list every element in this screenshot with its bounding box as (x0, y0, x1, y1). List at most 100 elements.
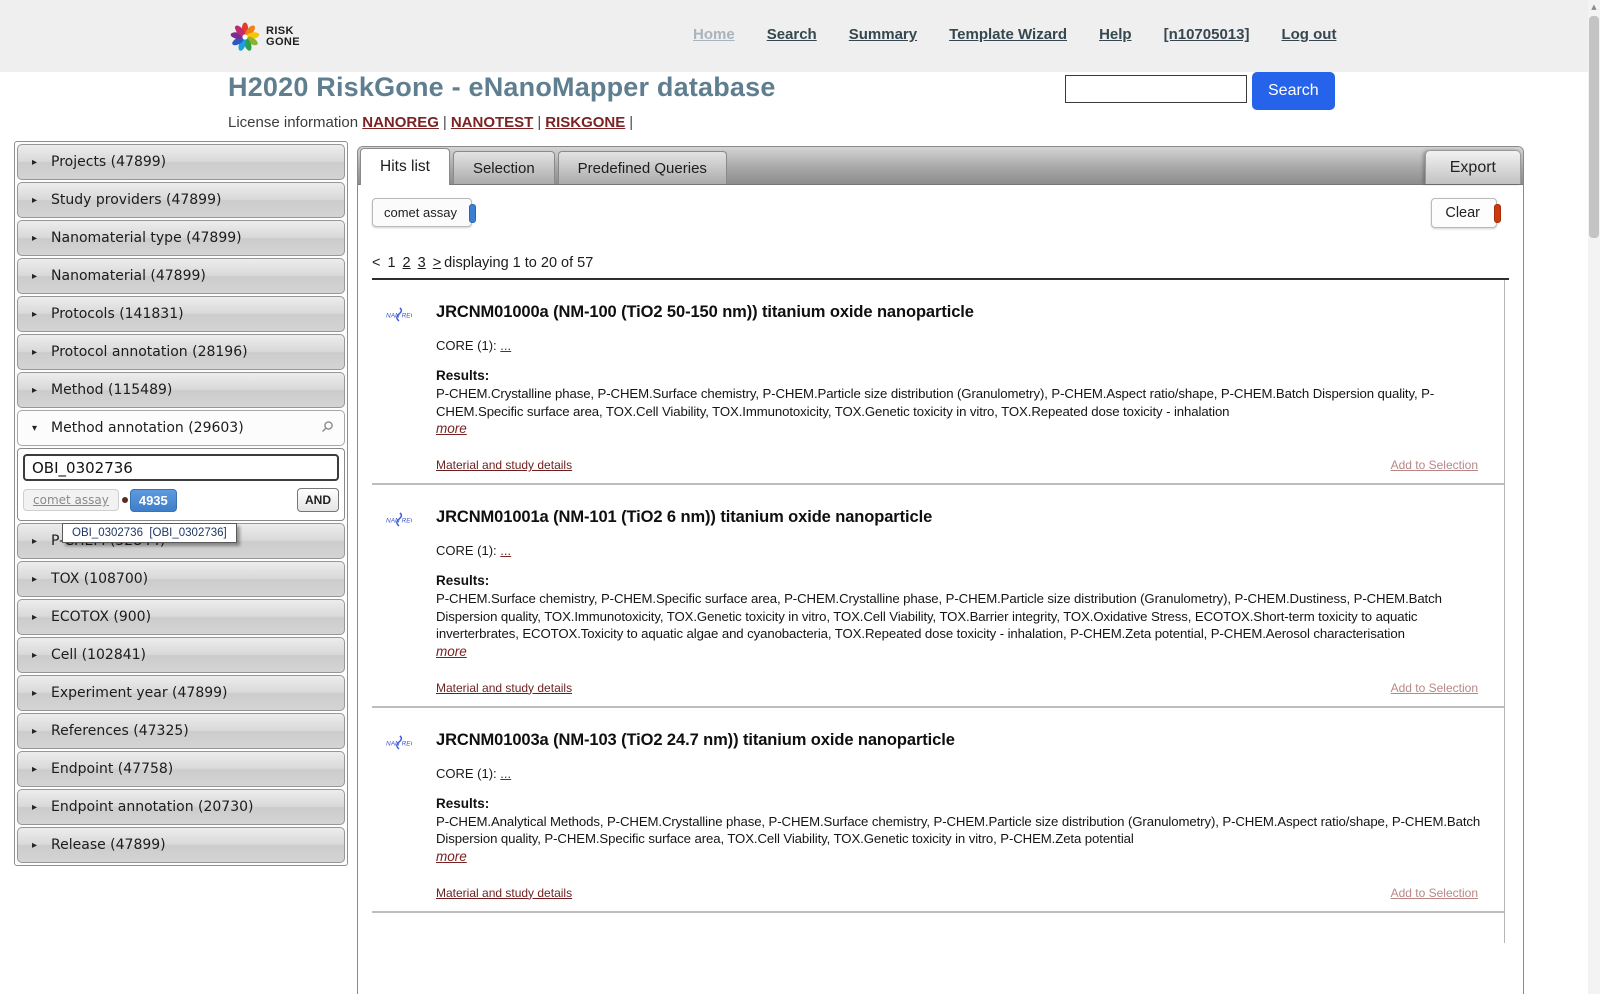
riskgone-logo: RISK GONE (228, 20, 300, 54)
export-button[interactable]: Export (1424, 150, 1521, 184)
results-panel: Hits list Selection Predefined Queries E… (357, 146, 1524, 994)
facet-label: Endpoint annotation (20730) (51, 799, 254, 815)
filter-flag-icon[interactable] (468, 204, 476, 223)
facet-references[interactable]: ▸ References (47325) (17, 713, 345, 749)
facet-projects[interactable]: ▸ Projects (47899) (17, 144, 345, 180)
material-details-link[interactable]: Material and study details (436, 681, 572, 695)
svg-text:REG: REG (402, 740, 412, 747)
clear-filters-button[interactable]: Clear (1431, 198, 1501, 228)
facet-label: Protocols (141831) (51, 306, 184, 322)
chevron-right-icon: ▸ (32, 194, 38, 206)
facet-method-annotation[interactable]: ▾ Method annotation (29603) (17, 410, 345, 446)
page-2-link[interactable]: 2 (403, 255, 411, 271)
global-search-input[interactable] (1065, 75, 1247, 103)
tab-predefined-queries[interactable]: Predefined Queries (557, 151, 727, 184)
page-next-link[interactable]: > (433, 255, 441, 271)
chevron-right-icon: ▸ (32, 725, 38, 737)
facet-endpoint[interactable]: ▸ Endpoint (47758) (17, 751, 345, 787)
filter-chip-label: comet assay (384, 205, 457, 220)
nav-logout[interactable]: Log out (1281, 26, 1336, 43)
facet-label: Nanomaterial type (47899) (51, 230, 242, 246)
autocomplete-suggestion[interactable]: OBI_0302736 [OBI_0302736] (62, 523, 237, 543)
core-line: CORE (1): ... (436, 766, 1504, 781)
facet-endpoint-annotation[interactable]: ▸ Endpoint annotation (20730) (17, 789, 345, 825)
material-details-link[interactable]: Material and study details (436, 458, 572, 472)
pagination: < 1 2 3 > displaying 1 to 20 of 57 (372, 255, 1509, 271)
license-link-nanoreg[interactable]: NANOREG (362, 114, 439, 131)
chevron-down-icon: ▾ (32, 422, 38, 434)
result-title: JRCNM01003a (NM-103 (TiO2 24.7 nm)) tita… (436, 730, 955, 749)
facet-experiment-year[interactable]: ▸ Experiment year (47899) (17, 675, 345, 711)
nav-summary[interactable]: Summary (849, 26, 917, 43)
card-links-row: Material and study details Add to Select… (436, 886, 1504, 900)
facet-label: Cell (102841) (51, 647, 147, 663)
chevron-right-icon: ▸ (32, 270, 38, 282)
facet-label: ECOTOX (900) (51, 609, 152, 625)
core-ellipsis-link[interactable]: ... (500, 543, 511, 558)
facet-method[interactable]: ▸ Method (115489) (17, 372, 345, 408)
license-label: License information (228, 114, 359, 131)
result-card: NAN REG JRCNM01003a (NM-103 (TiO2 24.7 n… (372, 708, 1504, 913)
separator: | (629, 114, 634, 131)
material-details-link[interactable]: Material and study details (436, 886, 572, 900)
svg-text:REG: REG (402, 312, 412, 319)
add-to-selection-link[interactable]: Add to Selection (1391, 886, 1478, 900)
facet-release[interactable]: ▸ Release (47899) (17, 827, 345, 863)
license-link-riskgone[interactable]: RISKGONE (545, 114, 625, 131)
method-annotation-search-input[interactable] (23, 454, 339, 481)
facet-protocol-annotation[interactable]: ▸ Protocol annotation (28196) (17, 334, 345, 370)
global-search-button[interactable]: Search (1252, 72, 1335, 110)
results-text: P-CHEM.Analytical Methods, P-CHEM.Crysta… (436, 813, 1481, 847)
core-ellipsis-link[interactable]: ... (500, 766, 511, 781)
facet-tox[interactable]: ▸ TOX (108700) (17, 561, 345, 597)
nav-template-wizard[interactable]: Template Wizard (949, 26, 1067, 43)
tab-selection[interactable]: Selection (452, 151, 555, 184)
nanoreg-logo-icon: NAN REG (386, 728, 436, 900)
more-link[interactable]: more (436, 849, 467, 864)
facet-label: Method (115489) (51, 382, 173, 398)
facet-cell[interactable]: ▸ Cell (102841) (17, 637, 345, 673)
facet-tag-link[interactable]: comet assay (33, 493, 109, 507)
nav-home[interactable]: Home (693, 26, 735, 43)
facet-tag-comet-assay: comet assay (23, 489, 119, 511)
results-label: Results: (436, 368, 490, 383)
and-operator-button[interactable]: AND (297, 488, 339, 512)
result-title: JRCNM01001a (NM-101 (TiO2 6 nm)) titaniu… (436, 508, 933, 526)
nav-search[interactable]: Search (767, 26, 817, 43)
facet-label: Protocol annotation (28196) (51, 344, 248, 360)
chevron-right-icon: ▸ (32, 232, 38, 244)
chevron-right-icon: ▸ (32, 308, 38, 320)
nav-user-id[interactable]: [n10705013] (1164, 26, 1250, 43)
add-to-selection-link[interactable]: Add to Selection (1391, 681, 1478, 695)
scrollbar-thumb[interactable] (1589, 16, 1599, 238)
more-link[interactable]: more (436, 644, 467, 659)
facet-label: Endpoint (47758) (51, 761, 174, 777)
magnifier-icon[interactable] (321, 420, 334, 437)
core-label: CORE (1): (436, 543, 501, 558)
method-annotation-panel: comet assay 4935 AND OBI_0302736 [OBI_03… (17, 448, 345, 543)
more-link[interactable]: more (436, 421, 467, 436)
add-to-selection-link[interactable]: Add to Selection (1391, 458, 1478, 472)
result-card: NAN REG JRCNM01001a (NM-101 (TiO2 6 nm))… (372, 485, 1504, 708)
tag-remove-handle-icon[interactable] (121, 497, 128, 503)
facet-label: Study providers (47899) (51, 192, 222, 208)
filter-chip-comet-assay[interactable]: comet assay (372, 198, 476, 227)
facet-ecotox[interactable]: ▸ ECOTOX (900) (17, 599, 345, 635)
core-ellipsis-link[interactable]: ... (500, 338, 511, 353)
facet-protocols[interactable]: ▸ Protocols (141831) (17, 296, 345, 332)
facet-nanomaterial-type[interactable]: ▸ Nanomaterial type (47899) (17, 220, 345, 256)
tab-hits-list[interactable]: Hits list (360, 148, 450, 185)
page-3-link[interactable]: 3 (418, 255, 426, 271)
result-card-body: JRCNM01003a (NM-103 (TiO2 24.7 nm)) tita… (436, 722, 1504, 900)
facet-label: References (47325) (51, 723, 189, 739)
next-result-partial (372, 912, 1504, 943)
chevron-right-icon: ▸ (32, 763, 38, 775)
facet-label: Method annotation (29603) (51, 420, 244, 436)
license-line: License information NANOREG | NANOTEST | RIS… (228, 114, 637, 131)
facet-nanomaterial[interactable]: ▸ Nanomaterial (47899) (17, 258, 345, 294)
license-link-nanotest[interactable]: NANOTEST (451, 114, 534, 131)
chevron-right-icon: ▸ (32, 384, 38, 396)
nav-help[interactable]: Help (1099, 26, 1132, 43)
facet-study-providers[interactable]: ▸ Study providers (47899) (17, 182, 345, 218)
scroll-up-arrow-icon[interactable]: ▲ (1588, 0, 1600, 14)
